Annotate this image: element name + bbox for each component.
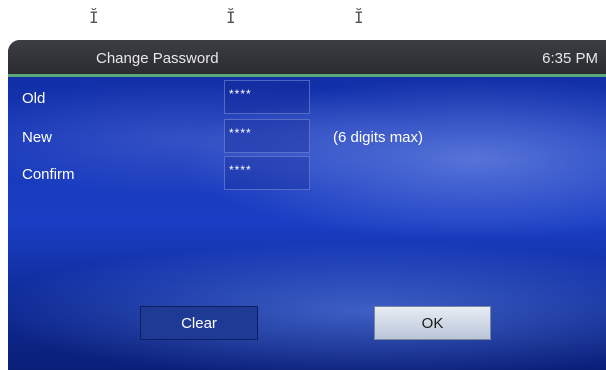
digits-hint: (6 digits max): [333, 129, 424, 146]
confirm-password-label: Confirm: [22, 166, 75, 183]
new-password-field[interactable]: ****: [224, 119, 310, 153]
text-cursor-icon: Ĭ: [226, 8, 236, 27]
confirm-password-field[interactable]: ****: [224, 156, 310, 190]
title-bar: Change Password 6:35 PM: [8, 40, 606, 77]
clear-button[interactable]: Clear: [140, 306, 258, 340]
old-password-field[interactable]: ****: [224, 80, 310, 114]
ok-button[interactable]: OK: [374, 306, 491, 340]
clock: 6:35 PM: [542, 50, 598, 67]
page-title: Change Password: [96, 50, 219, 67]
text-cursor-icon: Ĭ: [354, 8, 364, 27]
new-password-label: New: [22, 129, 53, 146]
text-cursor-icon: Ĭ: [89, 8, 99, 27]
old-password-label: Old: [22, 90, 46, 107]
change-password-screen: Change Password 6:35 PM Old **** New ***…: [8, 40, 606, 370]
